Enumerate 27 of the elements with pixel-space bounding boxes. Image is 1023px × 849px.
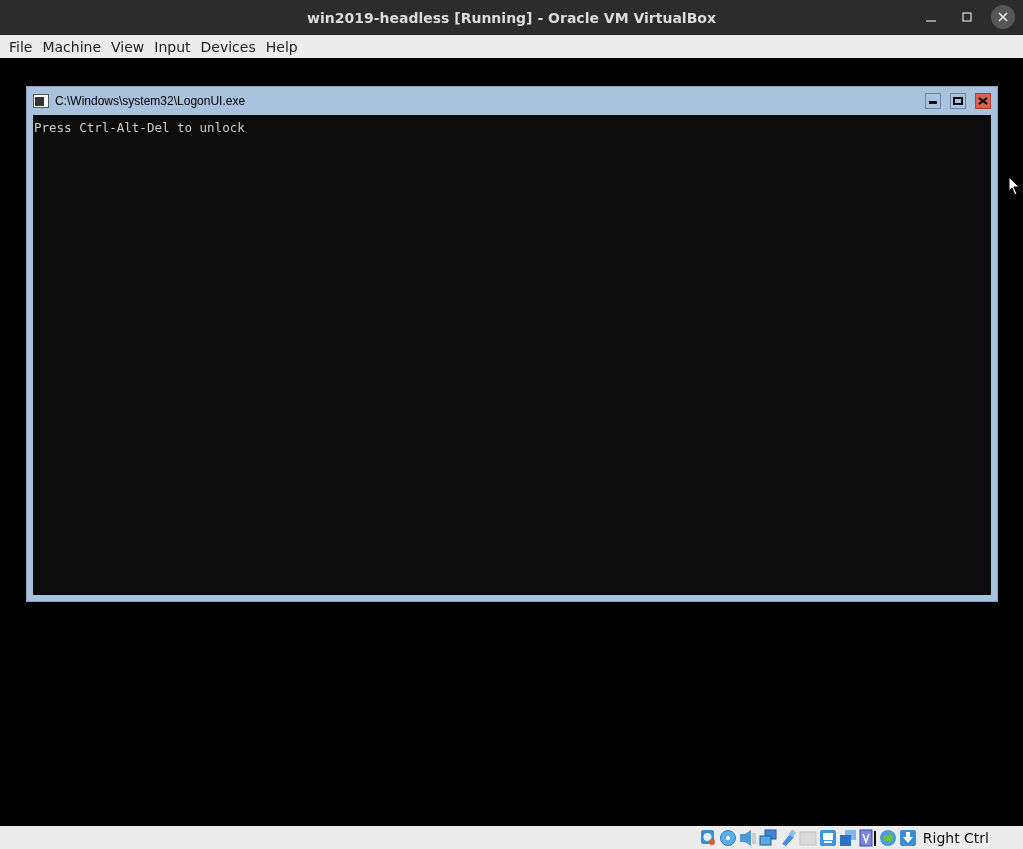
menu-item[interactable]: View: [106, 38, 150, 55]
close-button[interactable]: [991, 5, 1015, 29]
maximize-button[interactable]: [950, 93, 966, 109]
menu-item[interactable]: Help: [260, 38, 303, 55]
minimize-button[interactable]: [925, 93, 941, 109]
menu-item[interactable]: Machine: [37, 38, 107, 55]
mouse-pointer-icon: [1008, 176, 1020, 196]
close-button[interactable]: [975, 93, 991, 109]
speaker-icon[interactable]: [738, 828, 757, 847]
console-text: Press Ctrl-Alt-Del to unlock: [34, 120, 245, 135]
monitors-icon[interactable]: [758, 828, 777, 847]
console-window-title: C:\Windows\system32\LogonUI.exe: [55, 94, 247, 108]
console-app-icon: [33, 94, 49, 108]
menu-item[interactable]: Devices: [195, 38, 261, 55]
host-key-label: Right Ctrl: [922, 829, 989, 846]
menu-item[interactable]: File: [4, 38, 38, 55]
window-title: win2019-headless [Running] - Oracle VM VirtualBox: [307, 9, 716, 26]
menu-item[interactable]: Input: [149, 38, 196, 55]
disc-icon[interactable]: [718, 828, 737, 847]
v-chip-icon[interactable]: [858, 828, 877, 847]
close-icon: [998, 12, 1008, 22]
maximize-icon: [953, 97, 963, 105]
display-icon[interactable]: [818, 828, 837, 847]
windows-icon[interactable]: [838, 828, 857, 847]
minimize-icon: [926, 20, 936, 22]
maximize-icon: [962, 12, 972, 22]
close-icon: [978, 97, 988, 105]
